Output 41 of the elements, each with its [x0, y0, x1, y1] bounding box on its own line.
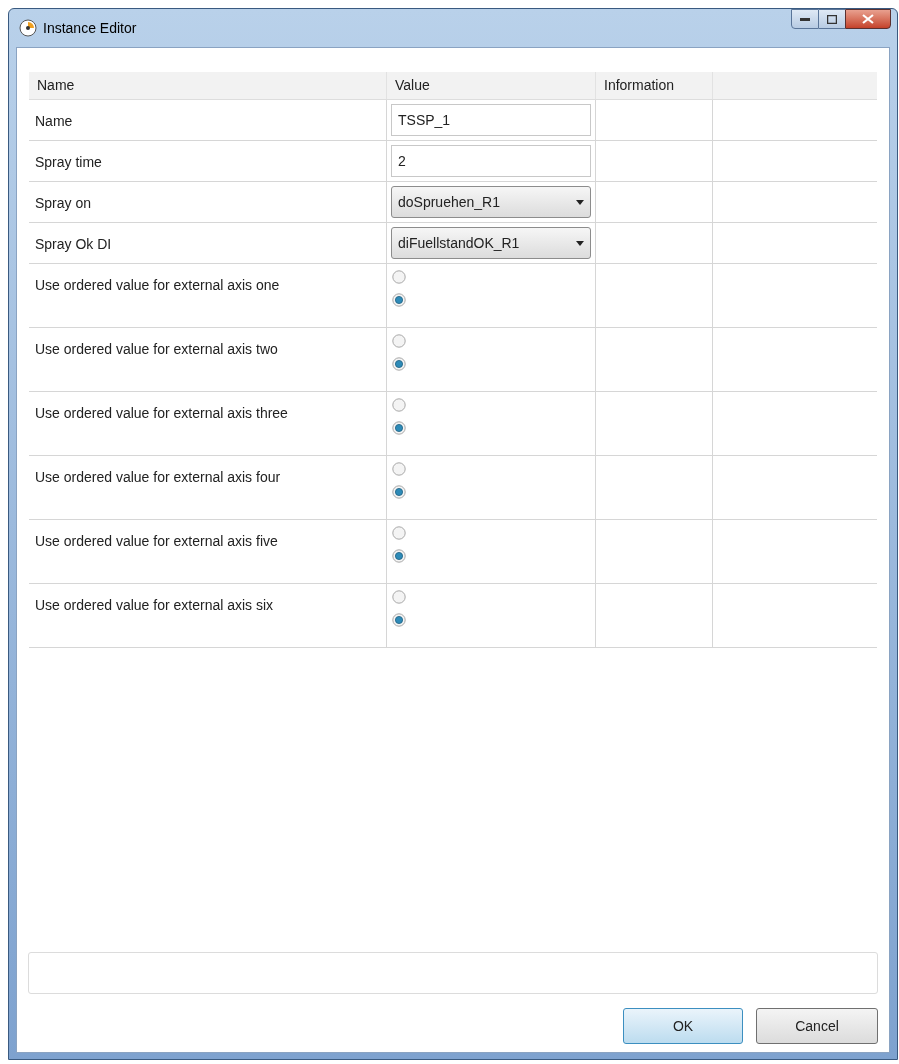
radio-button[interactable]	[392, 398, 406, 412]
dropdown[interactable]: diFuellstandOK_R1	[391, 227, 591, 259]
radio-button[interactable]	[392, 485, 406, 499]
radio-button[interactable]	[392, 357, 406, 371]
property-label: Use ordered value for external axis two	[35, 341, 278, 357]
column-header[interactable]: Value	[395, 75, 430, 96]
column-header[interactable]: Name	[37, 75, 75, 96]
maximize-button[interactable]	[819, 9, 845, 29]
property-label: Use ordered value for external axis four	[35, 469, 281, 485]
input-field[interactable]: 2	[391, 145, 591, 177]
radio-button[interactable]	[392, 270, 406, 284]
radio-button[interactable]	[392, 613, 406, 627]
radio-button[interactable]	[392, 421, 406, 435]
property-label: Spray on	[35, 195, 92, 211]
caret-icon	[576, 240, 584, 246]
input-field[interactable]: TSSP_1	[391, 104, 591, 136]
radio-button[interactable]	[392, 590, 406, 604]
property-label: Spray Ok DI	[35, 236, 112, 252]
radio-button[interactable]	[392, 526, 406, 540]
app-icon	[19, 19, 37, 37]
radio-button[interactable]	[392, 549, 406, 563]
minimize-icon	[800, 17, 810, 21]
property-label: Use ordered value for external axis five	[35, 533, 278, 549]
property-label: Use ordered value for external axis six	[35, 597, 274, 613]
radio-button[interactable]	[392, 462, 406, 476]
property-label: Spray time	[35, 154, 102, 170]
dropdown[interactable]: doSpruehen_R1	[391, 186, 591, 218]
close-icon	[862, 14, 874, 24]
dialog-button[interactable]: Cancel	[756, 1008, 878, 1044]
minimize-button[interactable]	[791, 9, 819, 29]
dialog-button[interactable]: OK	[623, 1008, 743, 1044]
caret-icon	[576, 199, 584, 205]
radio-button[interactable]	[392, 293, 406, 307]
maximize-icon	[827, 14, 837, 24]
window-title: Instance Editor	[43, 18, 137, 38]
close-button[interactable]	[845, 9, 891, 29]
property-label: Use ordered value for external axis one	[35, 277, 280, 293]
property-label: Name	[35, 113, 73, 129]
column-header[interactable]: Information	[604, 75, 675, 96]
radio-button[interactable]	[392, 334, 406, 348]
property-label: Use ordered value for external axis three	[35, 405, 288, 421]
